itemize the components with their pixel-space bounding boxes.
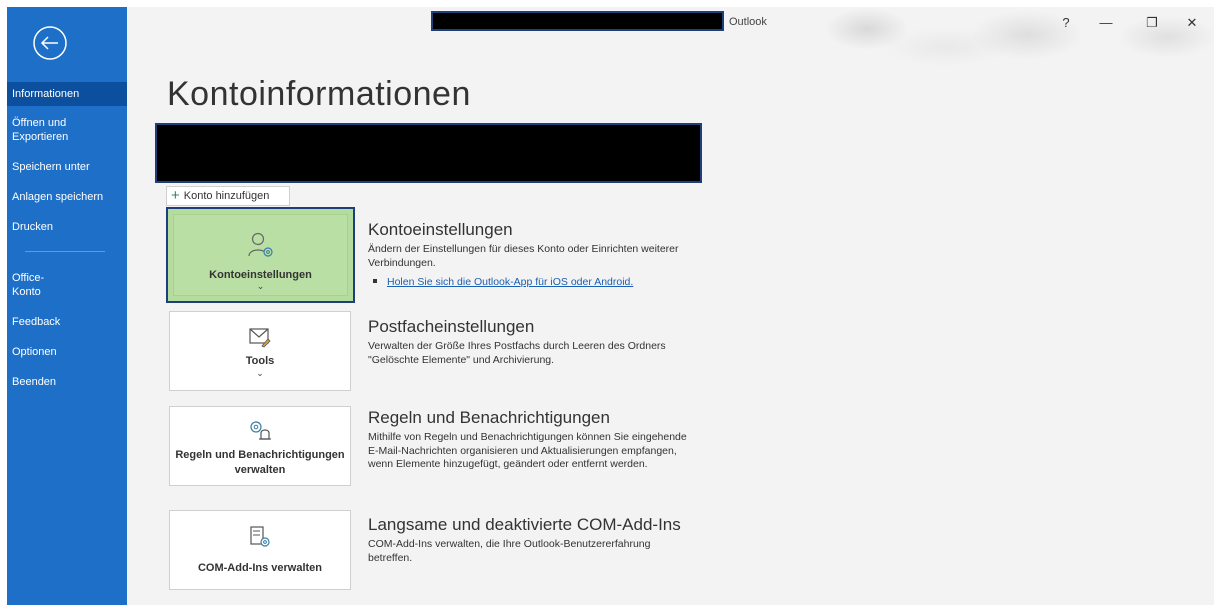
redacted-title — [431, 11, 724, 31]
account-settings-icon — [246, 231, 276, 266]
plus-icon: + — [171, 187, 180, 204]
app-title: Outlook — [729, 16, 767, 28]
section-description: Verwalten der Größe Ihres Postfachs durc… — [368, 340, 666, 366]
rules-alerts-section: Regeln und Benachrichtigungen Mithilfe v… — [368, 407, 688, 472]
page-title: Kontoinformationen — [167, 75, 471, 113]
restore-button[interactable]: ❐ — [1137, 13, 1167, 33]
rules-bell-icon — [247, 419, 273, 448]
backstage-sidebar: Informationen Öffnen und Exportieren Spe… — [7, 7, 127, 605]
close-button[interactable]: ✕ — [1177, 13, 1207, 33]
com-addins-section: Langsame und deaktivierte COM-Add-Ins CO… — [368, 514, 688, 565]
mailbox-cleanup-icon — [248, 326, 272, 353]
tile-label: Regeln und Benachrichtigungen verwalten — [175, 449, 345, 476]
sidebar-item-optionen[interactable]: Optionen — [7, 345, 127, 359]
outlook-window: Informationen Öffnen und Exportieren Spe… — [7, 7, 1214, 605]
sidebar-item-beenden[interactable]: Beenden — [7, 375, 127, 389]
section-heading: Langsame und deaktivierte COM-Add-Ins — [368, 515, 681, 534]
sidebar-item-drucken[interactable]: Drucken — [7, 220, 127, 234]
help-button[interactable]: ? — [1051, 13, 1081, 33]
com-addins-tile[interactable]: COM-Add-Ins verwalten — [169, 510, 351, 590]
tools-tile[interactable]: Tools ⌄ — [169, 311, 351, 391]
sidebar-item-office-konto[interactable]: Office- Konto — [7, 271, 127, 299]
sidebar-divider — [25, 251, 105, 252]
minimize-button[interactable]: — — [1091, 13, 1121, 33]
section-description: Mithilfe von Regeln und Benachrichtigung… — [368, 431, 687, 470]
com-addins-icon — [248, 525, 272, 554]
section-heading: Postfacheinstellungen — [368, 317, 535, 336]
section-heading: Regeln und Benachrichtigungen — [368, 408, 610, 427]
chevron-down-icon: ⌄ — [256, 368, 264, 378]
sidebar-item-anlagen-speichern[interactable]: Anlagen speichern — [7, 190, 127, 204]
account-settings-section: Kontoeinstellungen Ändern der Einstellun… — [368, 219, 688, 289]
redacted-account-selector[interactable] — [155, 123, 702, 183]
bullet-icon — [373, 279, 377, 283]
add-account-button[interactable]: + Konto hinzufügen — [166, 186, 290, 206]
chevron-down-icon: ⌄ — [256, 281, 265, 291]
mailbox-settings-section: Postfacheinstellungen Verwalten der Größ… — [368, 316, 688, 367]
section-description: COM-Add-Ins verwalten, die Ihre Outlook-… — [368, 538, 651, 564]
section-description: Ändern der Einstellungen für dieses Kont… — [368, 243, 679, 269]
sidebar-item-informationen[interactable]: Informationen — [7, 82, 127, 106]
sidebar-item-speichern-unter[interactable]: Speichern unter — [7, 160, 127, 174]
mobile-app-link[interactable]: Holen Sie sich die Outlook-App für iOS o… — [387, 276, 633, 288]
add-account-label: Konto hinzufügen — [183, 190, 270, 202]
mobile-app-bullet: Holen Sie sich die Outlook-App für iOS o… — [368, 276, 688, 289]
sidebar-item-oeffnen-exportieren[interactable]: Öffnen und Exportieren — [7, 116, 127, 144]
sidebar-item-feedback[interactable]: Feedback — [7, 315, 127, 329]
tile-label: Tools — [245, 355, 275, 367]
back-arrow-icon[interactable] — [32, 25, 68, 61]
section-heading: Kontoeinstellungen — [368, 220, 513, 239]
account-settings-tile[interactable]: Kontoeinstellungen ⌄ — [166, 207, 355, 303]
tile-label: COM-Add-Ins verwalten — [197, 562, 323, 574]
rules-alerts-tile[interactable]: Regeln und Benachrichtigungen verwalten — [169, 406, 351, 486]
